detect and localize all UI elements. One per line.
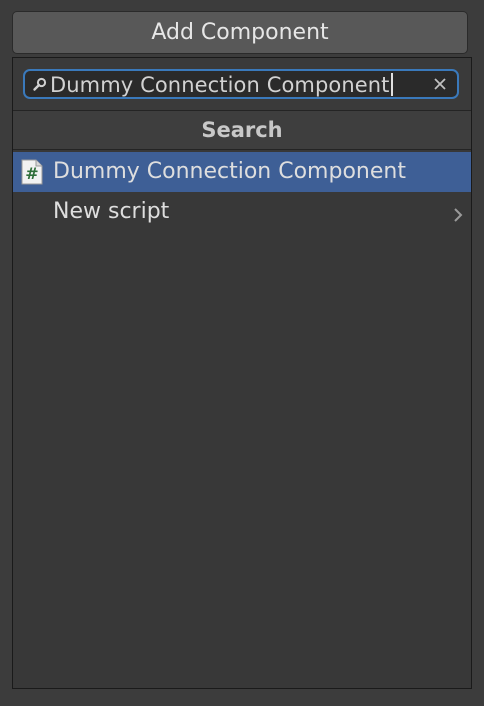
result-item-new-script[interactable]: New script <box>13 192 471 232</box>
search-results-header: Search <box>13 110 471 150</box>
search-results-list: # Dummy Connection Component New script <box>13 152 471 232</box>
search-icon <box>32 76 48 92</box>
result-item-label: Dummy Connection Component <box>53 159 406 184</box>
csharp-script-icon: # <box>21 159 43 185</box>
close-icon[interactable] <box>431 75 449 93</box>
result-item-label: New script <box>53 199 170 224</box>
search-bar-area: Dummy Connection Component <box>13 58 471 110</box>
text-caret <box>390 73 393 96</box>
svg-text:#: # <box>25 164 38 183</box>
search-header-title: Search <box>201 118 283 142</box>
search-input[interactable]: Dummy Connection Component <box>23 69 459 99</box>
search-input-value: Dummy Connection Component <box>50 73 393 97</box>
add-component-label: Add Component <box>151 20 329 45</box>
chevron-right-icon <box>453 204 463 222</box>
add-component-button[interactable]: Add Component <box>12 11 468 54</box>
add-component-window: Add Component Dummy Connection Component <box>0 0 484 706</box>
component-search-panel: Dummy Connection Component Search # Dumm… <box>12 57 472 689</box>
result-item-dummy-connection-component[interactable]: # Dummy Connection Component <box>13 152 471 192</box>
